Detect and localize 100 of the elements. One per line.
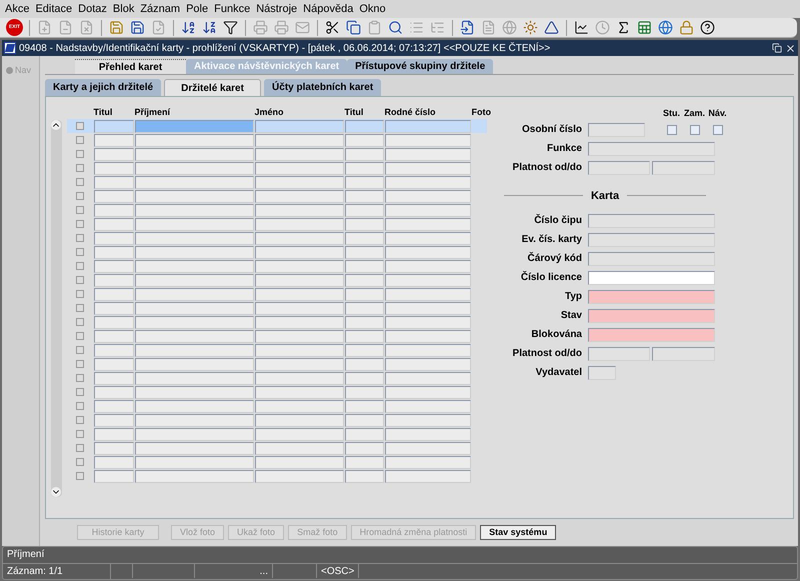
menu-item[interactable]: Dotaz [75,0,110,18]
sort-descending-icon[interactable] [202,20,217,35]
help-icon[interactable] [700,20,715,35]
menu-item[interactable]: Nástroje [253,0,300,18]
table-cell[interactable] [134,134,254,146]
table-cell[interactable] [384,134,470,146]
restore-icon[interactable] [772,43,782,53]
table-cell[interactable] [344,442,384,454]
checkbox[interactable] [76,192,84,200]
table-cell[interactable] [344,358,384,370]
sort-ascending-icon[interactable] [181,20,196,35]
checkbox[interactable] [76,388,84,396]
table-cell[interactable] [94,176,134,188]
checkbox[interactable] [666,124,676,134]
scroll-up-icon[interactable] [51,120,62,130]
table-cell[interactable] [254,148,344,160]
input-field[interactable] [588,122,645,136]
table-cell[interactable] [384,288,470,300]
table-cell[interactable] [344,470,384,482]
table-cell[interactable] [94,246,134,258]
table-cell[interactable] [254,386,344,398]
checkbox[interactable] [76,444,84,452]
input-field[interactable] [652,160,715,174]
table-cell[interactable] [134,274,254,286]
menu-item[interactable]: Funkce [211,0,254,18]
table-cell[interactable] [134,176,254,188]
checkbox[interactable] [76,122,84,130]
table-cell[interactable] [254,162,344,174]
checkbox[interactable] [690,124,700,134]
table-cell[interactable] [94,386,134,398]
table-cell[interactable] [134,414,254,426]
table-cell[interactable] [344,456,384,468]
table-cell[interactable] [384,414,470,426]
checkbox[interactable] [76,458,84,466]
checkbox[interactable] [76,402,84,410]
table-cell[interactable] [384,386,470,398]
table-cell[interactable] [254,302,344,314]
input-field[interactable] [588,142,715,156]
table-cell[interactable] [254,204,344,216]
spreadsheet-icon[interactable] [637,20,652,35]
input-field[interactable] [588,271,715,285]
menu-item[interactable]: Editace [32,0,76,18]
table-cell[interactable] [254,190,344,202]
table-cell[interactable] [94,344,134,356]
table-cell[interactable] [344,204,384,216]
checkbox[interactable] [76,234,84,242]
table-cell[interactable] [134,204,254,216]
table-cell[interactable] [344,120,384,132]
table-cell[interactable] [254,134,344,146]
table-cell[interactable] [254,260,344,272]
sigma-icon[interactable] [616,20,631,35]
table-cell[interactable] [94,274,134,286]
table-cell[interactable] [94,400,134,412]
input-field[interactable] [588,328,715,342]
checkbox[interactable] [76,290,84,298]
table-cell[interactable] [344,344,384,356]
table-cell[interactable] [384,456,470,468]
table-cell[interactable] [134,400,254,412]
table-cell[interactable] [254,414,344,426]
table-cell[interactable] [254,274,344,286]
table-cell[interactable] [94,414,134,426]
table-cell[interactable] [94,372,134,384]
table-cell[interactable] [134,162,254,174]
table-cell[interactable] [384,316,470,328]
table-cell[interactable] [384,218,470,230]
document-icon[interactable] [460,20,475,35]
checkbox[interactable] [76,178,84,186]
table-cell[interactable] [344,246,384,258]
table-cell[interactable] [344,414,384,426]
table-cell[interactable] [254,470,344,482]
table-cell[interactable] [344,302,384,314]
table-cell[interactable] [254,176,344,188]
checkbox[interactable] [76,206,84,214]
checkbox[interactable] [76,416,84,424]
input-field[interactable] [588,366,616,380]
table-cell[interactable] [344,330,384,342]
table-cell[interactable] [134,428,254,440]
table-cell[interactable] [134,190,254,202]
input-field[interactable] [588,309,715,323]
menu-item[interactable]: Záznam [137,0,184,18]
table-cell[interactable] [384,232,470,244]
table-cell[interactable] [344,134,384,146]
table-cell[interactable] [254,344,344,356]
table-cell[interactable] [344,176,384,188]
tab[interactable]: Přehled karet [75,59,186,74]
menu-item[interactable]: Nápověda [300,0,356,18]
input-field[interactable] [588,290,715,304]
table-cell[interactable] [384,204,470,216]
scroll-bar[interactable] [50,120,62,497]
table-cell[interactable] [384,358,470,370]
table-cell[interactable] [344,372,384,384]
table-cell[interactable] [134,120,254,132]
table-cell[interactable] [134,442,254,454]
table-cell[interactable] [384,400,470,412]
table-cell[interactable] [384,190,470,202]
table-cell[interactable] [134,456,254,468]
checkbox[interactable] [76,332,84,340]
table-cell[interactable] [134,330,254,342]
table-row[interactable] [66,119,486,133]
table-cell[interactable] [344,260,384,272]
